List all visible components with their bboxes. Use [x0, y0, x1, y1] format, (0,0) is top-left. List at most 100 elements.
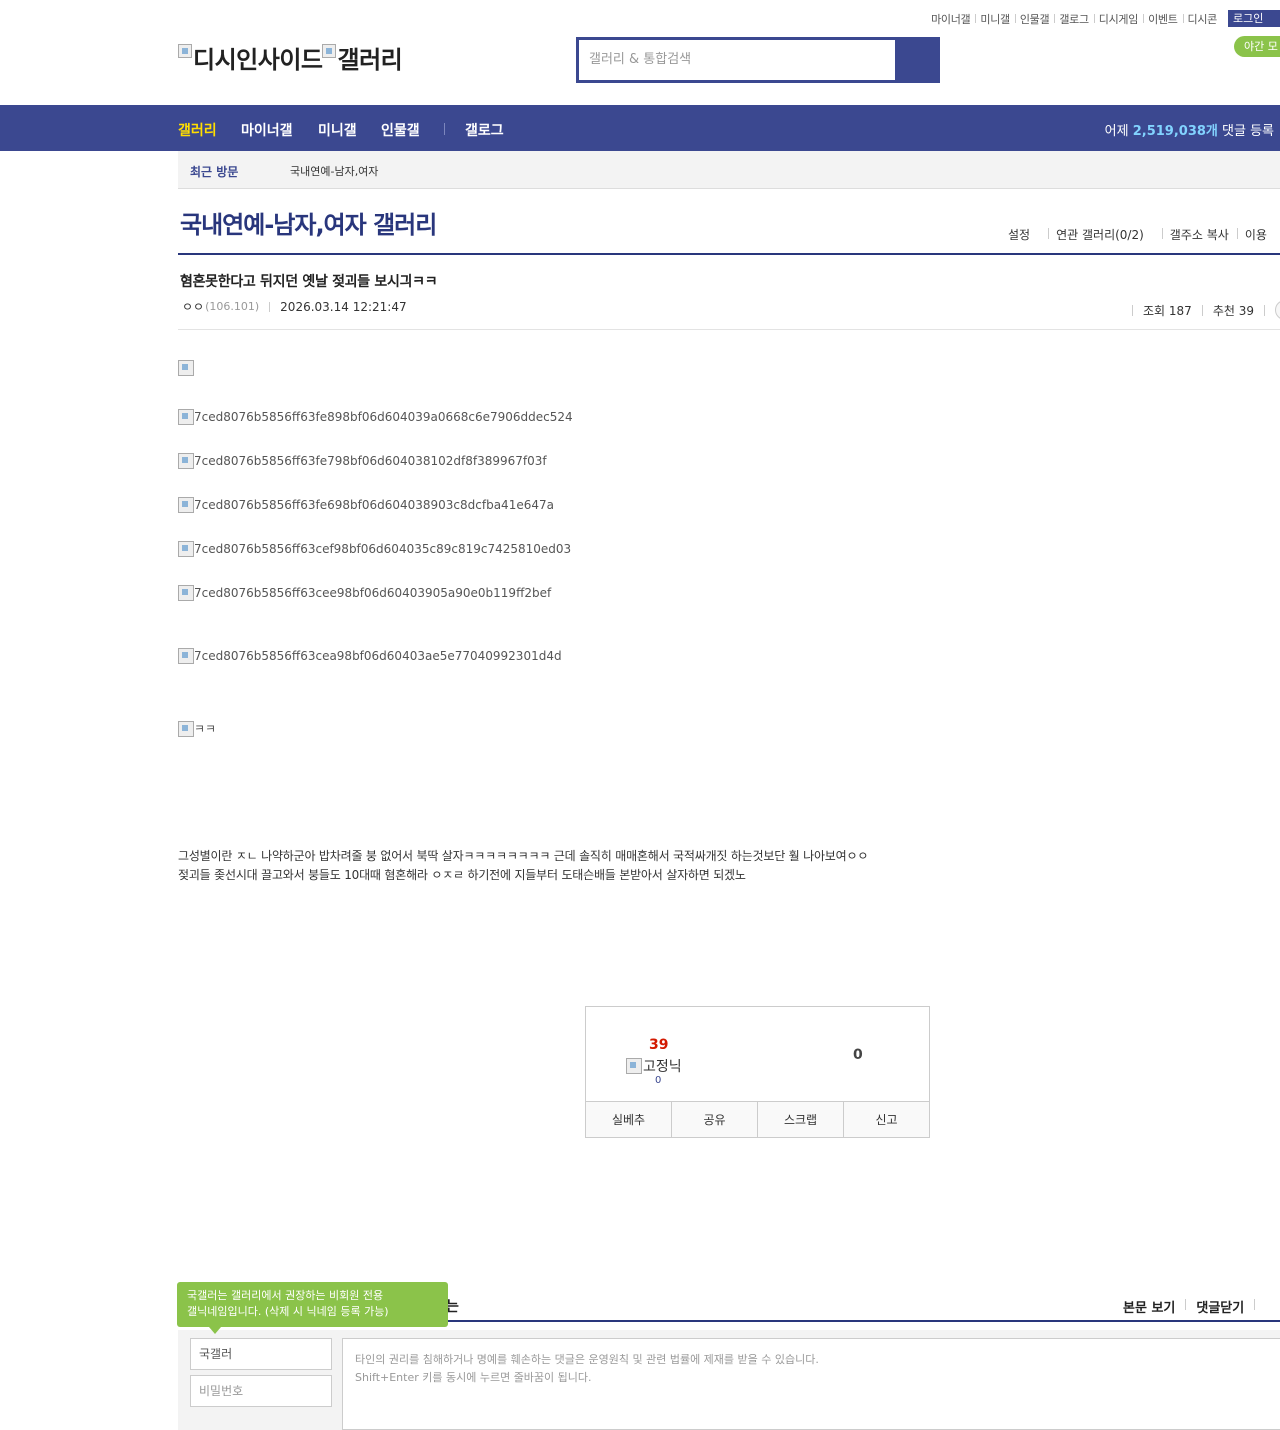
post-stats: 조회 187 추천 39	[1122, 300, 1280, 320]
post-recommend-count: 추천 39	[1212, 303, 1254, 318]
comment-stat: 어제 2,519,038개 댓글 등록	[1105, 120, 1274, 139]
logo-gallery-text: 갤러리	[337, 46, 403, 74]
post-meta: ㅇㅇ (106.101) 2026.03.14 12:21:47	[182, 298, 407, 315]
image-alt-text: 7ced8076b5856ff63fe698bf06d604038903c8dc…	[194, 498, 554, 512]
nav-item-minor[interactable]: 마이너갤	[241, 120, 293, 140]
share-button[interactable]: 공유	[671, 1102, 757, 1137]
recommend-actions: 실베추 공유 스크랩 신고	[586, 1101, 929, 1137]
tooltip-line: 국갤러는 갤러리에서 권장하는 비회원 전용	[187, 1289, 384, 1302]
post-image: 7ced8076b5856ff63cea98bf06d60403ae5e7704…	[178, 648, 562, 664]
tooltip-line: 갤닉네임입니다. (삭제 시 닉네임 등록 가능)	[187, 1305, 389, 1318]
comment-notice: Shift+Enter 키를 동시에 누르면 줄바꿈이 됩니다.	[355, 1371, 592, 1384]
post-header-divider	[178, 329, 1280, 330]
scrap-button[interactable]: 스크랩	[757, 1102, 843, 1137]
comment-notice: 타인의 권리를 침해하거나 명예를 훼손하는 댓글은 운영원칙 및 관련 법률에…	[355, 1353, 819, 1366]
stat-prefix: 어제	[1104, 124, 1133, 139]
util-link-gallog[interactable]: 갤로그	[1054, 11, 1093, 27]
broken-image-icon	[322, 43, 337, 58]
util-link-event[interactable]: 이벤트	[1143, 11, 1182, 27]
gallery-options: 설정 연관 갤러리(0/2) 갤주소 복사 이용	[1000, 226, 1275, 243]
stat-divider	[1132, 304, 1133, 316]
guest-nick-tooltip: 국갤러는 갤러리에서 권장하는 비회원 전용 갤닉네임입니다. (삭제 시 닉네…	[177, 1282, 448, 1334]
post-image: ㅋㅋ	[178, 720, 216, 737]
nav-separator	[444, 123, 445, 135]
nickname-field[interactable]: 국갤러	[190, 1338, 332, 1370]
util-link-game[interactable]: 디시게임	[1093, 11, 1143, 27]
broken-image-icon	[178, 409, 194, 425]
broken-image-icon	[178, 720, 194, 737]
fixed-nick-recommend: 고정닉	[626, 1056, 682, 1076]
post-image: 7ced8076b5856ff63cee98bf06d60403905a90e0…	[178, 585, 551, 601]
post-image: 7ced8076b5856ff63fe698bf06d604038903c8dc…	[178, 497, 554, 513]
broken-image-icon	[178, 585, 194, 601]
post-date: 2026.03.14 12:21:47	[280, 299, 407, 314]
broken-image-icon	[178, 43, 192, 58]
util-link-minor[interactable]: 마이너갤	[926, 11, 975, 27]
post-author[interactable]: ㅇㅇ	[182, 298, 204, 315]
link-divider	[1254, 1299, 1256, 1310]
fixed-nick-label: 고정닉	[643, 1059, 682, 1075]
best-recommend-button[interactable]: 실베추	[586, 1102, 671, 1137]
broken-image-icon	[178, 360, 194, 376]
option-related[interactable]: 연관 갤러리(0/2)	[1048, 226, 1152, 243]
nav-item-gallog[interactable]: 갤로그	[465, 120, 504, 140]
close-comments-link[interactable]: 댓글닫기	[1196, 1297, 1244, 1316]
post-image	[178, 360, 194, 376]
image-alt-text: 7ced8076b5856ff63fe898bf06d604039a0668c6…	[194, 410, 573, 424]
recommend-down-count[interactable]: 0	[853, 1047, 863, 1063]
gallery-title[interactable]: 국내연예-남자,여자 갤러리	[180, 205, 437, 240]
broken-image-icon	[178, 497, 194, 513]
recent-item[interactable]: 국내연예-남자,여자	[290, 163, 378, 179]
post-ip: (106.101)	[205, 300, 260, 313]
fixed-nick-count: 0	[655, 1075, 662, 1086]
option-usage[interactable]: 이용	[1236, 226, 1275, 243]
comment-links: 본문 보기 댓글닫기	[1123, 1297, 1265, 1316]
password-field[interactable]: 비밀번호	[190, 1375, 332, 1407]
image-alt-text: 7ced8076b5856ff63cea98bf06d60403ae5e7704…	[194, 649, 562, 663]
search-box: 갤러리 & 통합검색	[576, 37, 940, 83]
util-link-dccon[interactable]: 디시콘	[1182, 11, 1222, 27]
util-link-mini[interactable]: 미니갤	[975, 11, 1014, 27]
main-nav: 갤러리 마이너갤 미니갤 인물갤 갤로그 어제 2,519,038개 댓글 등록	[0, 105, 1280, 151]
search-input[interactable]: 갤러리 & 통합검색	[579, 40, 895, 80]
util-link-person[interactable]: 인물갤	[1014, 11, 1054, 27]
recent-visits: 최근 방문 국내연예-남자,여자	[178, 151, 1280, 189]
comment-write-area: 국갤러 비밀번호 타인의 권리를 침해하거나 명예를 훼손하는 댓글은 운영원칙…	[178, 1330, 1280, 1430]
image-alt-text: 7ced8076b5856ff63cef98bf06d604035c89c819…	[194, 542, 572, 556]
top-util-links: 마이너갤 미니갤 인물갤 갤로그 디시게임 이벤트 디시콘	[926, 10, 1222, 28]
link-divider	[1185, 1299, 1187, 1310]
image-alt-text: ㅋㅋ	[194, 722, 217, 736]
night-mode-button[interactable]: 야간 모	[1234, 36, 1280, 57]
nav-item-person[interactable]: 인물갤	[381, 120, 420, 140]
image-alt-text: 7ced8076b5856ff63fe798bf06d604038102df8f…	[194, 454, 547, 468]
option-copy-url[interactable]: 갤주소 복사	[1161, 226, 1237, 243]
site-logo[interactable]: 디시인사이드 갤러리	[178, 40, 403, 75]
stat-divider	[1263, 304, 1265, 316]
broken-image-icon	[178, 453, 194, 469]
recommend-up-count[interactable]: 39	[649, 1037, 668, 1053]
option-settings[interactable]: 설정	[1000, 226, 1038, 243]
search-button[interactable]	[895, 40, 937, 80]
post-title: 혐혼못한다고 뒤지던 옛날 젖괴들 보시긔ㅋㅋ	[180, 274, 438, 290]
post-views: 조회 187	[1143, 303, 1192, 318]
more-options-button[interactable]	[1274, 300, 1280, 320]
broken-image-icon	[626, 1058, 642, 1074]
meta-divider	[269, 301, 271, 312]
stat-count: 2,519,038개	[1132, 124, 1218, 139]
broken-image-icon	[178, 648, 194, 664]
stat-suffix: 댓글 등록	[1217, 124, 1274, 139]
post-image: 7ced8076b5856ff63fe798bf06d604038102df8f…	[178, 453, 547, 469]
title-divider	[178, 253, 1280, 255]
nav-item-mini[interactable]: 미니갤	[318, 120, 357, 140]
post-body-line: 그성별이란 ㅈㄴ 나약하군아 밥차려줄 붕 없어서 북딱 살자ㅋㅋㅋㅋㅋㅋㅋㅋ …	[178, 849, 869, 863]
stat-divider	[1201, 304, 1203, 316]
nav-item-gallery[interactable]: 갤러리	[178, 120, 217, 140]
recent-label: 최근 방문	[190, 165, 239, 179]
view-post-link[interactable]: 본문 보기	[1123, 1297, 1175, 1316]
report-button[interactable]: 신고	[843, 1102, 929, 1137]
recommend-box: 39 고정닉 0 0 실베추 공유 스크랩 신고	[585, 1006, 930, 1138]
login-button[interactable]: 로그인	[1228, 10, 1280, 27]
comment-textarea[interactable]: 타인의 권리를 침해하거나 명예를 훼손하는 댓글은 운영원칙 및 관련 법률에…	[342, 1338, 1280, 1430]
post-image: 7ced8076b5856ff63cef98bf06d604035c89c819…	[178, 541, 571, 557]
broken-image-icon	[178, 541, 194, 557]
